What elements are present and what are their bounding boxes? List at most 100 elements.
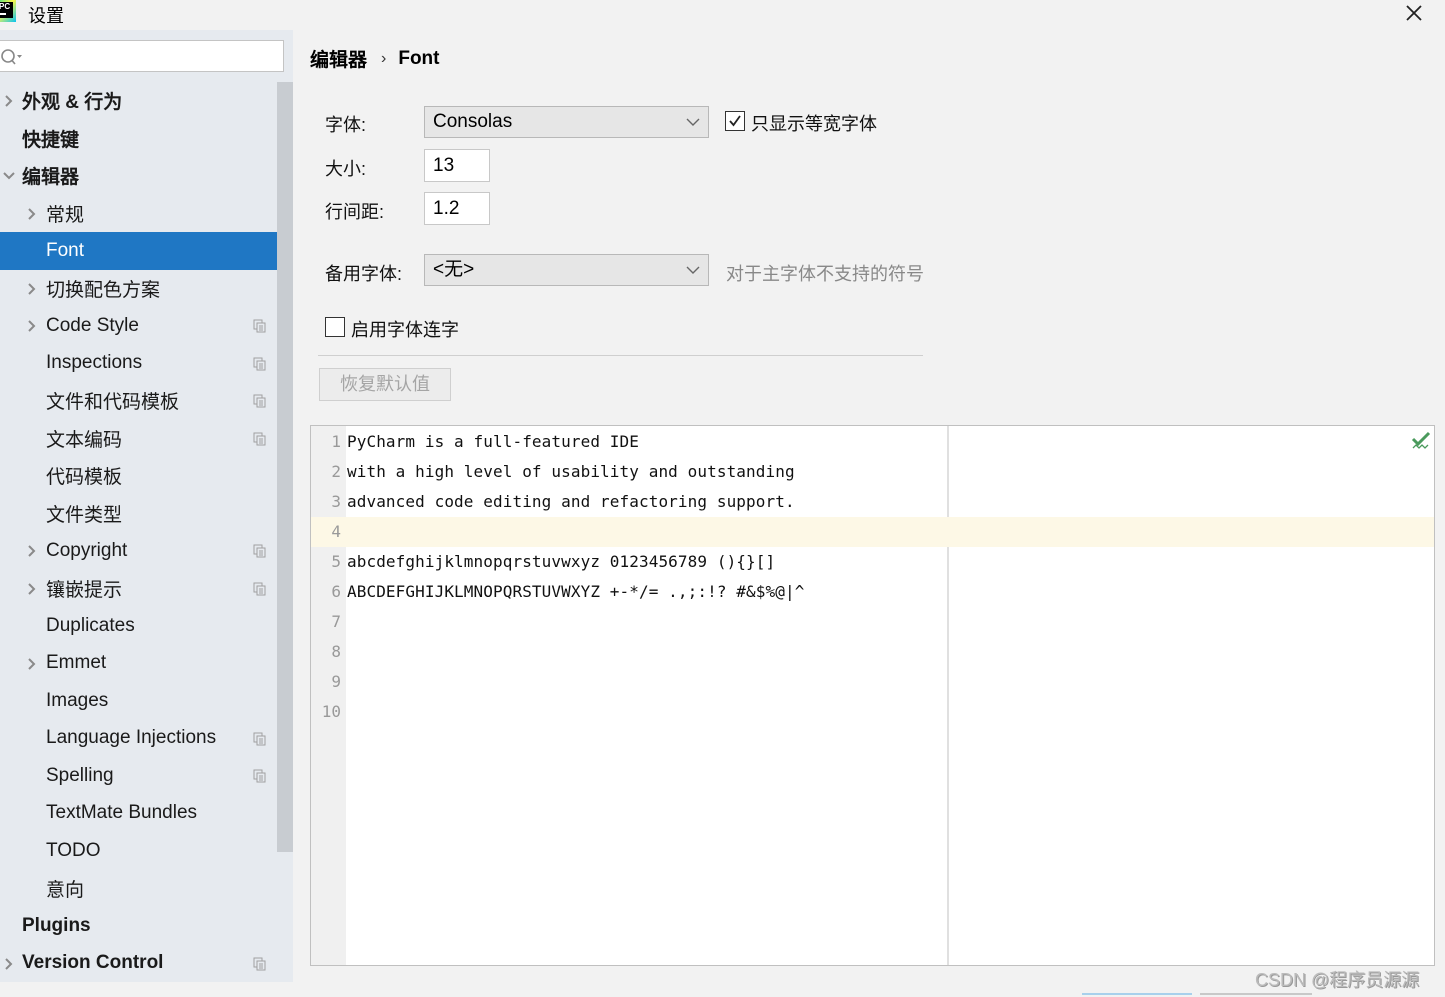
sidebar-item[interactable]: Plugins (0, 907, 293, 945)
line-number: 2 (331, 462, 341, 481)
sidebar-item-label: Emmet (46, 652, 107, 674)
font-preview-editor[interactable]: 1 PyCharm is a full-featured IDE 2 with a h… (310, 425, 1435, 966)
chevron-right-icon[interactable] (25, 544, 39, 558)
font-label: 字体: (325, 115, 367, 135)
sidebar-item[interactable]: 快捷键 (0, 120, 293, 158)
sidebar-item[interactable]: 镶嵌提示 (0, 570, 293, 608)
sidebar-item[interactable]: Copyright (0, 532, 293, 570)
chevron-right-icon[interactable] (25, 657, 39, 671)
breadcrumb: 编辑器 › Font (310, 45, 440, 72)
sidebar-item[interactable]: 常规 (0, 195, 293, 233)
line-spacing-input[interactable]: 1.2 (424, 192, 490, 225)
sidebar-item[interactable]: TODO (0, 832, 293, 870)
monospace-only-label[interactable]: 只显示等宽字体 (751, 110, 877, 136)
close-button[interactable] (1400, 0, 1428, 26)
fallback-font-value: <无> (433, 259, 475, 280)
sidebar-item[interactable]: Images (0, 682, 293, 720)
sidebar-item[interactable]: TextMate Bundles (0, 795, 293, 833)
settings-search-input[interactable] (0, 40, 284, 72)
ligatures-label[interactable]: 启用字体连字 (351, 316, 459, 342)
project-scope-copy-icon (253, 582, 266, 595)
sidebar-item-label: 文本编码 (46, 429, 123, 451)
pycharm-logo-icon: PC (0, 0, 16, 22)
sidebar-item-label: 意向 (46, 879, 85, 901)
close-icon (1406, 5, 1422, 21)
line-number: 1 (331, 432, 341, 451)
line-number: 6 (331, 582, 341, 601)
sidebar-item-label: Language Injections (46, 727, 217, 749)
chevron-right-icon[interactable] (25, 582, 39, 596)
sidebar-item-label: Code Style (46, 314, 139, 336)
sidebar-item[interactable]: Language Injections (0, 720, 293, 758)
monospace-only-checkbox[interactable] (725, 111, 745, 131)
code-line: 7 (311, 607, 1434, 637)
chevron-right-icon[interactable] (25, 282, 39, 296)
sidebar-item[interactable]: 外观 & 行为 (0, 82, 293, 120)
code-line: 5 abcdefghijklmnopqrstuvwxyz 0123456789 (… (311, 547, 1434, 577)
inspection-ok-icon[interactable] (1410, 430, 1432, 452)
sidebar-item-label: 代码模板 (46, 467, 123, 489)
size-label: 大小: (325, 159, 367, 179)
sidebar-item[interactable]: Font (0, 232, 293, 270)
sidebar-item[interactable]: 编辑器 (0, 157, 293, 195)
sidebar-item-label: Inspections (46, 352, 143, 374)
font-size-input[interactable]: 13 (424, 149, 490, 182)
line-number: 8 (331, 642, 341, 661)
chevron-right-icon[interactable] (25, 319, 39, 333)
sidebar-item[interactable]: 文件和代码模板 (0, 382, 293, 420)
sidebar-item[interactable]: Emmet (0, 645, 293, 683)
project-scope-copy-icon (253, 319, 266, 333)
chevron-down-icon (686, 118, 700, 126)
sidebar-item-label: Images (46, 689, 109, 711)
line-number: 9 (331, 672, 341, 691)
sidebar-item[interactable]: 意向 (0, 870, 293, 908)
sidebar-item-label: Font (46, 239, 85, 261)
line-number: 7 (331, 612, 341, 631)
sidebar-item-label: 编辑器 (22, 167, 80, 189)
project-scope-copy-icon (253, 394, 266, 408)
sidebar-item-label: 外观 & 行为 (22, 92, 123, 114)
sidebar-item[interactable]: Duplicates (0, 607, 293, 645)
sidebar-item[interactable]: 文本编码 (0, 420, 293, 458)
line-number: 3 (331, 492, 341, 511)
chevron-down-icon[interactable] (2, 169, 16, 183)
checkmark-icon (729, 115, 741, 127)
sidebar-item[interactable]: Spelling (0, 757, 293, 795)
sidebar-item[interactable]: 代码模板 (0, 457, 293, 495)
project-scope-copy-icon (253, 432, 266, 445)
code-line: 9 (311, 667, 1434, 697)
ligatures-checkbox[interactable] (325, 317, 345, 337)
fallback-font-label: 备用字体: (325, 264, 403, 284)
sidebar-item-label: Duplicates (46, 614, 135, 636)
code-text: abcdefghijklmnopqrstuvwxyz 0123456789 ()… (347, 552, 776, 571)
code-text: PyCharm is a full-featured IDE (347, 432, 639, 451)
sidebar-item[interactable]: Version Control (0, 945, 293, 983)
sidebar-scrollbar[interactable] (277, 82, 293, 852)
chevron-right-icon[interactable] (2, 94, 16, 108)
project-scope-copy-icon (253, 769, 266, 783)
code-line: 6 ABCDEFGHIJKLMNOPQRSTUVWXYZ +-*/= .,;:!?… (311, 577, 1434, 607)
project-scope-copy-icon (253, 357, 266, 370)
code-line: 2 with a high level of usability and outs… (311, 457, 1434, 487)
cancel-button-edge[interactable] (1200, 993, 1312, 997)
ok-button-edge[interactable] (1082, 993, 1192, 997)
divider (318, 355, 923, 356)
breadcrumb-separator-icon: › (381, 49, 387, 67)
breadcrumb-current: Font (398, 47, 440, 69)
font-dropdown[interactable]: Consolas (424, 106, 709, 138)
chevron-right-icon[interactable] (2, 957, 16, 971)
sidebar-item-label: Spelling (46, 764, 114, 786)
chevron-right-icon[interactable] (25, 207, 39, 221)
line-number: 4 (331, 522, 341, 541)
fallback-font-dropdown[interactable]: <无> (424, 254, 709, 286)
settings-tree: 外观 & 行为快捷键编辑器常规 Font 切换配色方案 Code Style Inspe… (0, 82, 293, 982)
sidebar-item[interactable]: 文件类型 (0, 495, 293, 533)
sidebar-item-label: TextMate Bundles (46, 802, 198, 824)
sidebar-item-label: 文件和代码模板 (46, 392, 180, 414)
breadcrumb-parent[interactable]: 编辑器 (310, 45, 367, 72)
sidebar-item[interactable]: 切换配色方案 (0, 270, 293, 308)
restore-defaults-button[interactable]: 恢复默认值 (319, 368, 451, 401)
sidebar-item[interactable]: Inspections (0, 345, 293, 383)
sidebar-item[interactable]: Code Style (0, 307, 293, 345)
code-line: 1 PyCharm is a full-featured IDE (311, 427, 1434, 457)
